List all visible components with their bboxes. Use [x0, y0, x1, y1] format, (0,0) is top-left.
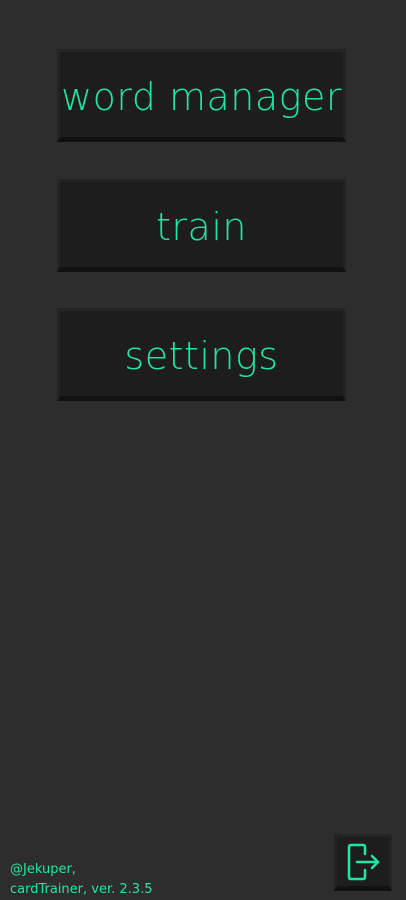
footer-credits: @Jekuper, cardTrainer, ver. 2.3.5 [10, 860, 152, 900]
settings-label: settings [124, 333, 279, 378]
word-manager-button[interactable]: word manager [57, 49, 346, 142]
train-label: train [156, 204, 247, 249]
exit-button[interactable] [334, 834, 392, 891]
logout-icon [347, 843, 380, 880]
train-button[interactable]: train [57, 179, 346, 272]
word-manager-label: word manager [61, 74, 342, 119]
settings-button[interactable]: settings [57, 308, 346, 401]
app-version-text: cardTrainer, ver. 2.3.5 [10, 882, 153, 897]
author-text: @Jekuper, [10, 862, 76, 877]
